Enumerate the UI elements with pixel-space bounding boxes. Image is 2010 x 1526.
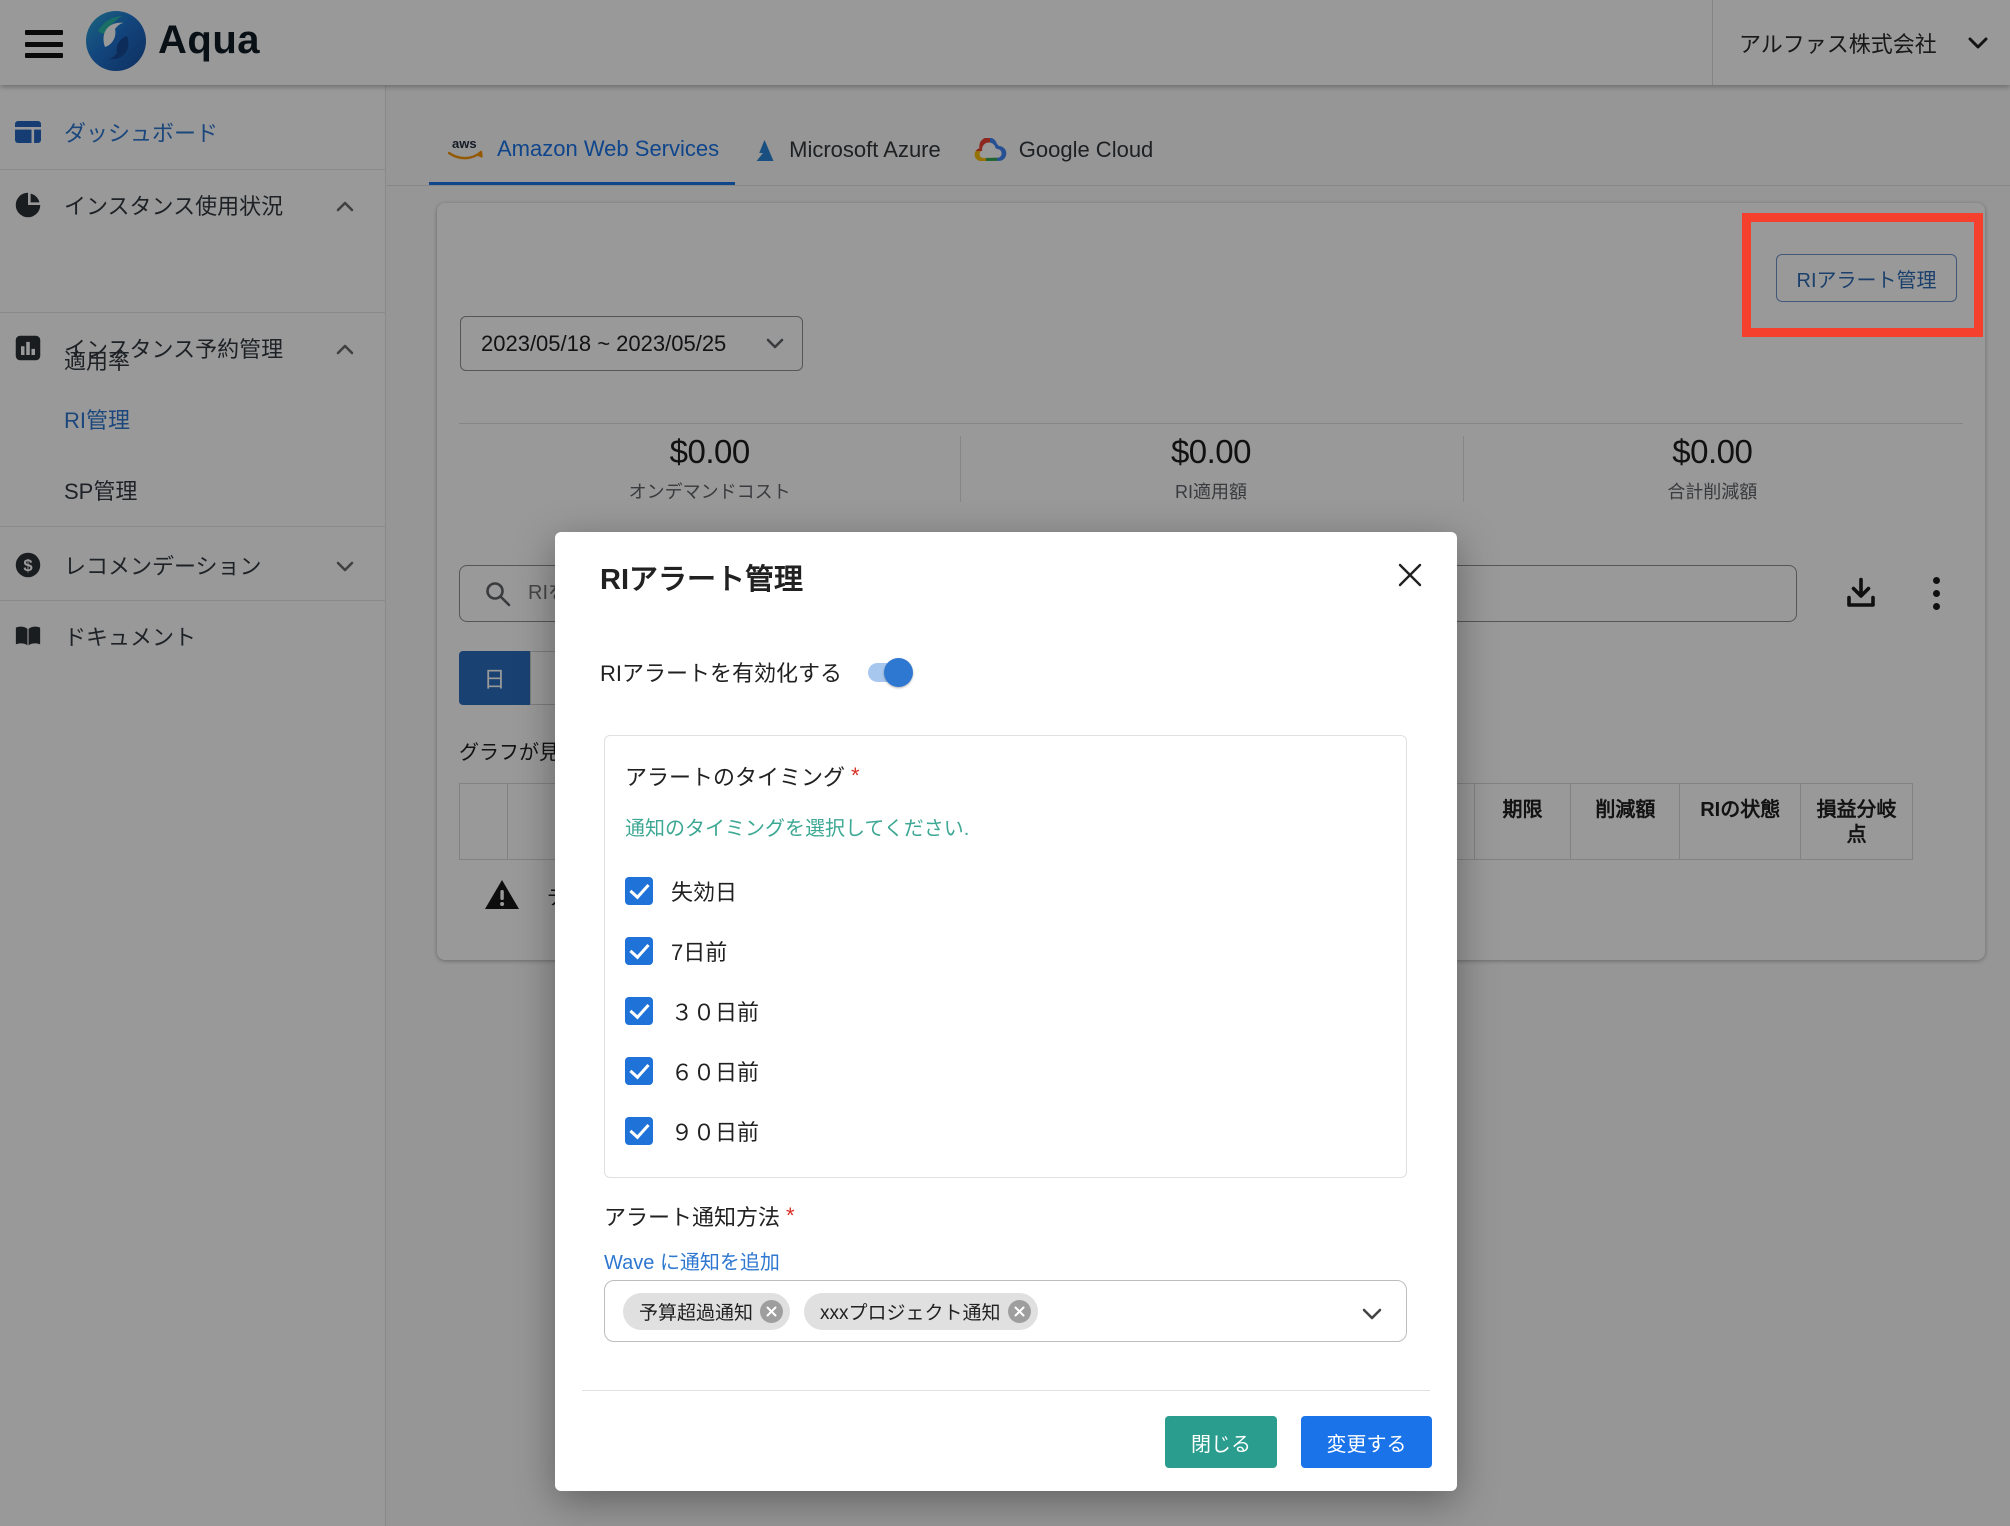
close-icon: [1396, 561, 1424, 589]
app-screen: Aqua アルファス株式会社 ダッシュボード インスタンス使用状況 適用率: [0, 0, 2010, 1526]
chip-remove-button[interactable]: [760, 1300, 783, 1323]
chip-budget-over: 予算超過通知: [623, 1293, 790, 1330]
checkbox-label: 7日前: [671, 935, 727, 967]
checkbox-label: 失効日: [671, 875, 737, 907]
toggle-label: RIアラートを有効化する: [600, 656, 842, 688]
checkbox-label: ６０日前: [671, 1055, 759, 1087]
timing-label: アラートのタイミング: [625, 760, 845, 792]
close-dialog-button[interactable]: 閉じる: [1165, 1416, 1277, 1468]
chip-remove-button[interactable]: [1008, 1300, 1031, 1323]
notify-method-label: アラート通知方法: [604, 1200, 780, 1232]
checkbox-30-days[interactable]: ３０日前: [625, 997, 1386, 1025]
annotation-highlight-box: [1742, 213, 1983, 337]
close-icon: [766, 1306, 777, 1317]
chevron-down-icon[interactable]: [1362, 1307, 1382, 1325]
checkbox-60-days[interactable]: ６０日前: [625, 1057, 1386, 1085]
enable-alert-row: RIアラートを有効化する: [600, 650, 910, 694]
divider: [582, 1390, 1430, 1391]
checkbox-checked-icon[interactable]: [625, 877, 653, 905]
checkbox-label: ３０日前: [671, 995, 759, 1027]
checkbox-checked-icon[interactable]: [625, 937, 653, 965]
notify-method-row: アラート通知方法 *: [604, 1200, 795, 1232]
toggle-knob: [884, 658, 913, 687]
chip-label: 予算超過通知: [639, 1298, 753, 1325]
checkbox-checked-icon[interactable]: [625, 1057, 653, 1085]
ri-alert-toggle[interactable]: [868, 663, 910, 682]
alert-timing-section: アラートのタイミング * 通知のタイミングを選択してください. 失効日 7日前 …: [604, 735, 1407, 1178]
ri-alert-manage-dialog: RIアラート管理 RIアラートを有効化する アラートのタイミング * 通知のタイ…: [555, 532, 1457, 1491]
checkbox-checked-icon[interactable]: [625, 997, 653, 1025]
required-asterisk: *: [851, 763, 860, 789]
checkbox-7-days[interactable]: 7日前: [625, 937, 1386, 965]
dialog-title: RIアラート管理: [600, 556, 803, 598]
checkbox-90-days[interactable]: ９０日前: [625, 1117, 1386, 1145]
submit-button[interactable]: 変更する: [1301, 1416, 1432, 1468]
checkbox-label: ９０日前: [671, 1115, 759, 1147]
timing-hint: 通知のタイミングを選択してください.: [625, 812, 1386, 841]
required-asterisk: *: [786, 1203, 795, 1229]
close-icon: [1014, 1306, 1025, 1317]
notification-multiselect[interactable]: 予算超過通知 xxxプロジェクト通知: [604, 1280, 1407, 1342]
checkbox-checked-icon[interactable]: [625, 1117, 653, 1145]
wave-add-notification-link[interactable]: Wave に通知を追加: [604, 1246, 780, 1275]
chip-xxx-project: xxxプロジェクト通知: [804, 1293, 1038, 1330]
close-button[interactable]: [1393, 558, 1427, 592]
checkbox-expiry-date[interactable]: 失効日: [625, 877, 1386, 905]
chip-label: xxxプロジェクト通知: [820, 1298, 1001, 1325]
